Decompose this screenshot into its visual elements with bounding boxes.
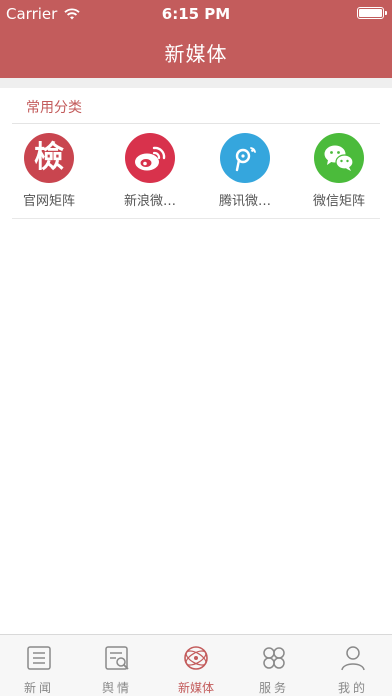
tab-news[interactable]: 新闻 <box>0 635 78 696</box>
category-item-tencent-weibo[interactable]: 腾讯微… <box>196 132 294 212</box>
status-bar: Carrier 6:15 PM <box>0 0 392 26</box>
category-label: 腾讯微… <box>218 194 271 209</box>
tencent-weibo-icon <box>220 133 270 183</box>
jian-seal-icon: 檢 <box>24 133 74 183</box>
new-media-icon <box>184 646 208 670</box>
tab-public-opinion[interactable]: 舆情 <box>78 635 156 696</box>
navigation-bar: Carrier 6:15 PM 新媒体 <box>0 0 392 78</box>
section-divider <box>12 123 380 124</box>
tab-new-media[interactable]: 新媒体 <box>157 635 235 696</box>
battery-icon <box>357 7 387 19</box>
tab-label: 服务 <box>258 681 289 695</box>
weibo-icon <box>125 133 175 183</box>
tab-label: 新闻 <box>23 681 54 695</box>
category-item-sina-weibo[interactable]: 新浪微… <box>101 132 199 212</box>
tab-bar: 新闻 舆情 新媒体 服务 我的 <box>0 634 392 696</box>
status-time: 6:15 PM <box>161 5 231 23</box>
grid-divider <box>12 218 380 219</box>
news-icon <box>27 646 51 670</box>
category-label: 新浪微… <box>123 194 176 209</box>
tab-label: 舆情 <box>101 681 132 695</box>
profile-icon <box>341 646 365 671</box>
header-divider <box>0 78 392 88</box>
tab-label: 新媒体 <box>177 681 214 695</box>
seal-glyph: 檢 <box>34 140 64 175</box>
tab-service[interactable]: 服务 <box>235 635 313 696</box>
category-label: 微信矩阵 <box>312 194 365 209</box>
category-item-wechat-matrix[interactable]: 微信矩阵 <box>290 132 388 212</box>
service-icon <box>263 647 285 669</box>
tab-label: 我的 <box>337 681 368 695</box>
tab-profile[interactable]: 我的 <box>314 635 392 696</box>
wechat-icon <box>314 133 364 183</box>
category-item-official-matrix[interactable]: 檢 官网矩阵 <box>0 132 98 212</box>
category-grid: 檢 官网矩阵 新浪微… 腾讯微… 微信矩阵 <box>0 132 392 212</box>
category-label: 官网矩阵 <box>22 194 75 209</box>
page-title: 新媒体 <box>164 42 228 66</box>
public-opinion-icon <box>105 646 129 670</box>
section-title: 常用分类 <box>26 100 82 116</box>
